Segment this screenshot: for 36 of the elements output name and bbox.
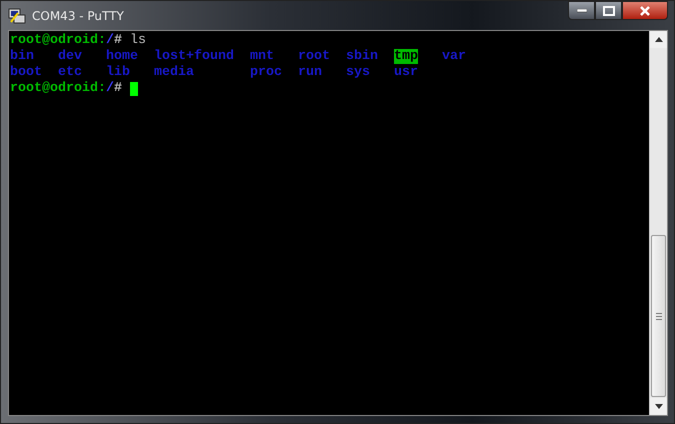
minimize-icon bbox=[576, 8, 586, 12]
computer-icon bbox=[8, 8, 26, 24]
scrollbar[interactable] bbox=[649, 31, 667, 415]
down-arrow-icon bbox=[654, 404, 662, 409]
directory-name: proc bbox=[250, 65, 282, 80]
directory-name: boot bbox=[10, 65, 42, 80]
minimize-button[interactable] bbox=[568, 1, 595, 20]
directory-name: sbin bbox=[346, 49, 378, 64]
directory-name: lib bbox=[106, 65, 130, 80]
scrollbar-thumb[interactable] bbox=[651, 235, 666, 397]
scroll-up-button[interactable] bbox=[650, 31, 667, 48]
directory-name: etc bbox=[58, 65, 82, 80]
maximize-button[interactable] bbox=[595, 1, 622, 20]
prompt: root@odroid:/# bbox=[10, 33, 122, 49]
up-arrow-icon bbox=[654, 37, 662, 42]
close-icon bbox=[639, 6, 651, 16]
directory-name: usr bbox=[394, 65, 418, 80]
directory-name: dev bbox=[58, 49, 82, 64]
directory-name: var bbox=[442, 49, 466, 64]
directory-name: mnt bbox=[250, 49, 274, 64]
scroll-down-button[interactable] bbox=[650, 398, 667, 415]
directory-name: lost+found bbox=[154, 49, 234, 64]
prompt: root@odroid:/# bbox=[10, 81, 122, 97]
directory-name: run bbox=[298, 65, 322, 80]
text-cursor bbox=[130, 82, 138, 96]
directory-name: media bbox=[154, 65, 194, 80]
directory-name: sys bbox=[346, 65, 370, 80]
maximize-icon bbox=[602, 6, 614, 16]
window-title: COM43 - PuTTY bbox=[32, 8, 125, 22]
close-button[interactable] bbox=[622, 1, 668, 20]
command-text: ls bbox=[130, 33, 146, 49]
directory-name: bin bbox=[10, 49, 34, 64]
grip-icon bbox=[656, 312, 662, 320]
directory-name: tmp bbox=[394, 49, 418, 64]
directory-name: root bbox=[298, 49, 330, 64]
directory-name: home bbox=[106, 49, 138, 64]
